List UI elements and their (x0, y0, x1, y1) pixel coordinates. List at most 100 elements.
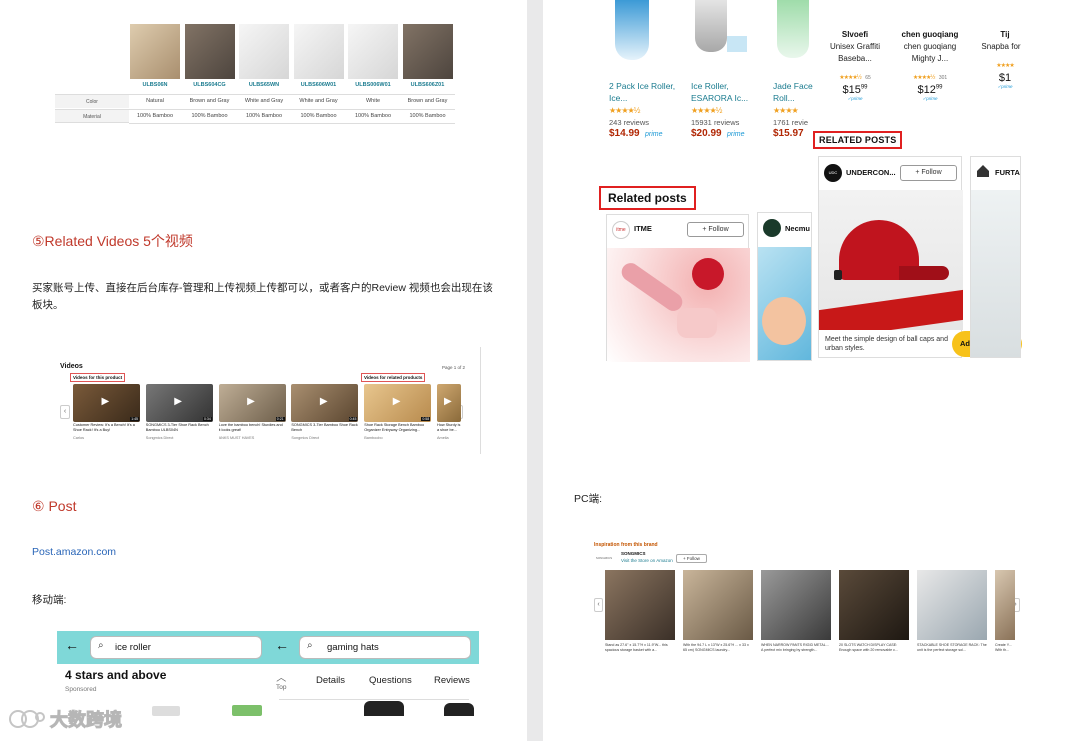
video-card[interactable]: ▶ 0:34 SONGMICS 3-Tier Shoe Rack Bench Bam… (145, 384, 213, 448)
inspiration-image (839, 570, 909, 640)
visit-store-link[interactable]: Visit the Store on Amazon (621, 558, 673, 563)
related-product[interactable]: chen guoqiang chen guoqiang Mighty J... ★★… (895, 30, 965, 110)
pc-brand-inspiration-widget: Inspiration from this brand SONGMICS SON… (591, 538, 1021, 658)
product-title: Ice Roller, ESARORA Ic... (691, 81, 749, 103)
mobile-screenshot-ice-roller: ← ⌕ ice roller 4 stars and above Sponsor… (57, 631, 269, 716)
video-card[interactable]: ▶ How Sturdy is a shoe be... Amelia (437, 384, 461, 448)
video-caption: SONGMICS 3-Tier Bamboo Shoe Rack Bench (291, 423, 358, 432)
rating-stars-icon: ★★★★ (996, 63, 1014, 69)
inspiration-caption: With the 94.7 L x 13"W x 25.6"H ... x 33… (683, 643, 749, 652)
video-author: Carlos (73, 436, 84, 440)
video-author: Amelia (437, 436, 449, 440)
inspiration-image (995, 570, 1015, 640)
watermark-text: 大数跨境 (50, 710, 123, 731)
pc-label: PC端: (574, 493, 603, 505)
rating-count: 301 (938, 75, 948, 81)
video-card[interactable]: ▶ 1:45 Customer Review: It's a Bench! It's… (73, 384, 140, 448)
inspiration-caption: 20 SLOTS WATCH DISPLAY CASE: Enough spac… (839, 643, 898, 652)
rating-stars-icon: ★★★★½ (912, 75, 936, 81)
tab-reviews[interactable]: Reviews (434, 675, 470, 686)
filter-title: 4 stars and above (65, 668, 167, 682)
post-card-undercon[interactable]: UDC UNDERCON... + Follow Meet the simple… (818, 156, 1022, 358)
search-result-product[interactable]: 2 Pack Ice Roller, Ice... ★★★★½ 243 review… (609, 80, 689, 150)
tab-videos-for-related-products[interactable]: Videos for related products (361, 373, 426, 382)
video-card[interactable]: ▶ 0:21 Love the bamboo bench! Sturdies and… (218, 384, 286, 448)
mobile-screenshot-gaming-hats: ← ⌕ gaming hats ︿ Top Details Questions … (269, 631, 479, 716)
post-amazon-link[interactable]: Post.amazon.com (32, 546, 116, 558)
post-card-necmu[interactable]: Necmu (757, 212, 812, 361)
row-label-color: Color (55, 94, 129, 108)
related-posts-caps-badge: RELATED POSTS (813, 131, 903, 149)
product-price: $15 (842, 84, 861, 96)
video-thumbnail: ▶ 0:58 (364, 384, 432, 422)
video-thumbnail: ▶ 0:21 (218, 384, 286, 422)
inspiration-image (761, 570, 831, 640)
related-product[interactable]: Slvoefi Unisex Graffiti Baseba... ★★★★½ 65… (820, 30, 890, 110)
product-sku: ULBS006W01 (355, 82, 391, 88)
follow-button[interactable]: + Follow (900, 165, 957, 181)
search-query-1: ice roller (115, 642, 151, 653)
product-sku: ULBS65WN (248, 82, 280, 88)
related-product[interactable]: Tij Snapba for N ★★★★ $1✓prime (970, 30, 1021, 110)
pc-inspiration-card[interactable]: WHEN NARROW PANTS RIGID METAL... A perfe… (761, 570, 831, 654)
product-price: $15.97 (773, 128, 804, 139)
pc-inspiration-card[interactable]: 20 SLOTS WATCH DISPLAY CASE: Enough spac… (839, 570, 909, 654)
videos-page-indicator: Page 1 of 2 (442, 365, 466, 370)
inspiration-caption: WHEN NARROW PANTS RIGID METAL... A perfe… (761, 643, 829, 652)
pc-inspiration-card[interactable]: STACKABLE SHOE STORAGE RACK: The unit is… (917, 570, 987, 654)
inspiration-image (917, 570, 987, 640)
video-card[interactable]: ▶ 0:45 SONGMICS 3-Tier Bamboo Shoe Rack Be… (291, 384, 359, 448)
follow-button[interactable]: + Follow (676, 554, 707, 563)
tab-details[interactable]: Details (316, 675, 345, 686)
section-title-post: ⑥ Post (32, 498, 77, 514)
product-title: 2 Pack Ice Roller, Ice... (609, 81, 676, 103)
product-sku: ULBS606W01 (300, 82, 337, 88)
video-card[interactable]: ▶ 0:58 Shoe Rack Storage Bench Bamboo Orga… (364, 384, 432, 448)
play-icon: ▶ (392, 396, 401, 407)
product-brand: Slvoefi (841, 30, 869, 39)
video-caption: Customer Review: It's a Bench! It's a Sh… (73, 423, 135, 432)
product-price-cents: 99 (860, 84, 868, 91)
tab-questions[interactable]: Questions (369, 675, 412, 686)
post-image (607, 248, 750, 362)
follow-button[interactable]: + Follow (687, 222, 744, 237)
search-result-product[interactable]: Jade Face Sha Roll... ★★★★ 1761 revie$15.9… (773, 80, 815, 150)
pc-inspiration-card[interactable]: Create Y... With th... (995, 570, 1015, 654)
carousel-prev-icon[interactable]: ‹ (594, 598, 603, 612)
rating-count: 65 (865, 75, 871, 81)
play-icon: ▶ (247, 396, 255, 407)
product-image (615, 0, 649, 60)
videos-prev-arrow-icon[interactable]: ‹ (60, 405, 70, 419)
pc-inspiration-card[interactable]: Stand as 27.6" x 15.7"H x 11.9"W... this… (605, 570, 675, 654)
section-title-related-videos: ⑤Related Videos 5个视频 (32, 233, 193, 249)
inspiration-caption: Stand as 27.6" x 15.7"H x 11.9"W... this… (605, 643, 668, 652)
back-to-top[interactable]: ︿ Top (276, 669, 286, 691)
post-card-itme[interactable]: itme ITME + Follow (606, 214, 750, 362)
video-duration: 0:34 (202, 417, 212, 421)
review-count: 15931 reviews (691, 118, 740, 127)
search-result-product[interactable]: Ice Roller, ESARORA Ic... ★★★★½ 15931 revi… (691, 80, 771, 150)
product-material: 100% Bamboo (300, 113, 337, 119)
tab-videos-for-this-product[interactable]: Videos for this product (70, 373, 126, 382)
post-brand-name: ITME (634, 224, 652, 233)
product-price: $12 (917, 84, 936, 96)
video-caption: Shoe Rack Storage Bench Bamboo Organizer… (364, 423, 425, 432)
search-icon: ⌕ (98, 640, 104, 651)
right-document-page: 2 Pack Ice Roller, Ice... ★★★★½ 243 review… (543, 0, 1069, 741)
prime-badge-icon: prime (727, 131, 745, 138)
product-image (727, 36, 747, 52)
video-author: Songmics Direct (145, 436, 174, 440)
rating-stars-icon: ★★★★½ (609, 106, 640, 115)
back-arrow-icon[interactable]: ← (65, 637, 79, 653)
post-card-furta[interactable]: FURTA (970, 156, 1021, 358)
chevron-up-icon: ︿ (276, 673, 287, 684)
back-arrow-icon[interactable]: ← (275, 637, 289, 653)
mobile-search-input-1[interactable]: ⌕ ice roller (90, 636, 262, 659)
video-caption: Love the bamboo bench! Sturdies and it l… (218, 423, 283, 432)
product-color: Brown and Gray (189, 98, 230, 104)
brand-avatar: itme (612, 221, 630, 239)
ice-roller-results: 2 Pack Ice Roller, Ice... ★★★★½ 243 review… (605, 0, 815, 150)
video-duration: 0:58 (421, 417, 431, 421)
mobile-search-input-2[interactable]: ⌕ gaming hats (299, 636, 471, 659)
pc-inspiration-card[interactable]: With the 94.7 L x 13"W x 25.6"H ... x 33… (683, 570, 753, 654)
